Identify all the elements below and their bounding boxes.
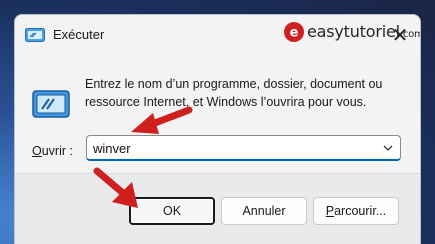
dialog-footer: OK Annuler Parcourir... [15,173,420,244]
close-button[interactable]: ✕ [380,19,420,51]
red-arrow-annotation [93,167,138,208]
title-bar[interactable]: Exécuter e easytutoriel.com ✕ [15,15,420,55]
dialog-content: Entrez le nom d’un programme, dossier, d… [15,55,420,173]
cancel-button[interactable]: Annuler [221,197,307,225]
open-label: Ouvrir : [32,144,73,158]
browse-button[interactable]: Parcourir... [313,197,399,225]
svg-text:e: e [290,26,299,41]
easytutoriel-watermark: e easytutoriel.com [283,21,420,43]
easytutoriel-logo-icon: e [284,22,304,42]
red-arrow-annotation [131,106,193,134]
chevron-down-icon[interactable] [382,142,394,154]
close-icon: ✕ [391,24,409,47]
run-dialog-icon [32,90,70,118]
open-input[interactable] [93,139,363,157]
window-title: Exécuter [53,27,105,42]
run-dialog: Exécuter e easytutoriel.com ✕ Entrez le … [14,14,421,244]
run-app-icon [25,28,45,42]
